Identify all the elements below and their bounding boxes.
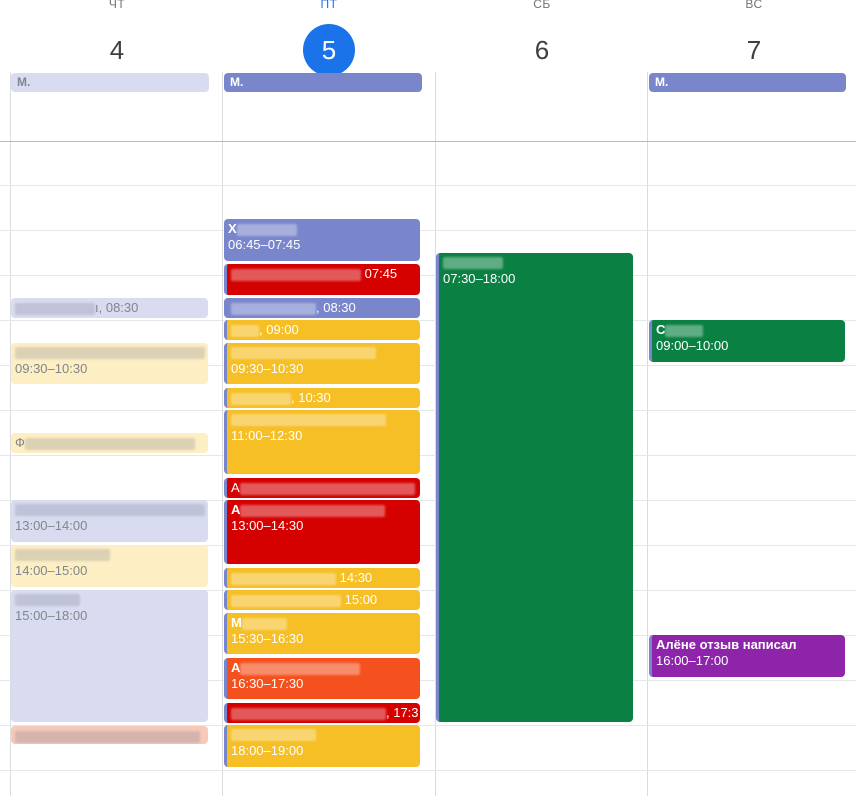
event-fri[interactable]: А 16:30–17:30 [224, 658, 420, 699]
allday-event-fri[interactable]: М. [224, 73, 422, 92]
event-fri[interactable]: М 15:30–16:30 [224, 613, 420, 654]
event-fri[interactable]: 14:30 [224, 568, 420, 588]
event-fri[interactable]: Х 06:45–07:45 [224, 219, 420, 261]
day-of-week: ПТ [320, 0, 338, 11]
day-header-sat[interactable]: СБ 6 [436, 0, 648, 76]
allday-event-sun[interactable]: М. [649, 73, 846, 92]
event-time: 15:30–16:30 [231, 631, 304, 646]
event-time: 15:00–18:00 [15, 608, 88, 623]
event-title: М [231, 615, 416, 631]
event-fri[interactable]: , 09:00 [224, 320, 420, 340]
allday-separator [0, 141, 856, 142]
event-label: , 17:3 [386, 705, 419, 720]
event-time: 18:00–19:00 [231, 743, 304, 758]
event-thu[interactable]: 15:00–18:00 [11, 590, 208, 722]
event-sat[interactable]: 07:30–18:00 [436, 253, 633, 722]
event-sun[interactable]: Алёне отзыв написал 16:00–17:00 [649, 635, 845, 677]
event-label: , 08:30 [316, 300, 356, 315]
event-sun[interactable]: С 09:00–10:00 [649, 320, 845, 362]
day-number[interactable]: 7 [728, 24, 780, 76]
event-fri[interactable]: 11:00–12:30 [224, 410, 420, 474]
day-of-week: ВС [745, 0, 763, 11]
event-label: Ф [15, 435, 25, 450]
event-time: 09:30–10:30 [231, 361, 304, 376]
day-number[interactable]: 4 [91, 24, 143, 76]
event-thu[interactable]: Ф [11, 433, 208, 453]
day-number-today[interactable]: 5 [303, 24, 355, 76]
event-time: 13:00–14:00 [15, 518, 88, 533]
event-title: Алёне отзыв написал [656, 637, 797, 652]
event-title: С [656, 322, 841, 338]
event-thu[interactable] [11, 726, 208, 744]
event-time: 09:30–10:30 [15, 361, 88, 376]
allday-event-thu[interactable]: М. [11, 73, 209, 92]
hour-line [0, 410, 856, 411]
hour-line [0, 275, 856, 276]
event-thu[interactable]: ı, 08:30 [11, 298, 208, 318]
event-title: Х [228, 221, 416, 237]
event-time: 16:00–17:00 [656, 653, 729, 668]
event-label: 15:00 [344, 592, 378, 607]
event-label: , 10:30 [291, 390, 331, 405]
event-label: А [231, 480, 240, 495]
column-divider [647, 72, 648, 796]
event-time: 13:00–14:30 [231, 518, 304, 533]
day-header-sun[interactable]: ВС 7 [648, 0, 856, 76]
event-fri[interactable]: 15:00 [224, 590, 420, 610]
day-header-thu[interactable]: ЧТ 4 [11, 0, 223, 76]
event-label: , 09:00 [259, 322, 299, 337]
event-fri[interactable]: , 08:30 [224, 298, 420, 318]
hour-line [0, 230, 856, 231]
event-thu[interactable]: 09:30–10:30 [11, 343, 208, 384]
hour-line [0, 770, 856, 771]
event-time: 09:00–10:00 [656, 338, 729, 353]
event-time: 14:00–15:00 [15, 563, 88, 578]
hour-line [0, 455, 856, 456]
hour-line [0, 185, 856, 186]
event-title: А [231, 660, 416, 676]
event-time: 07:30–18:00 [443, 271, 516, 286]
day-header-fri[interactable]: ПТ 5 [223, 0, 435, 76]
event-title: А [231, 502, 416, 518]
day-of-week: ЧТ [108, 0, 126, 11]
day-number[interactable]: 6 [516, 24, 568, 76]
event-fri[interactable]: , 17:3 [224, 703, 420, 723]
event-time: 06:45–07:45 [228, 237, 301, 252]
event-label: 07:45 [364, 266, 398, 281]
event-fri[interactable]: А 13:00–14:30 [224, 500, 420, 564]
event-label: 14:30 [339, 570, 373, 585]
column-divider [222, 72, 223, 796]
event-fri[interactable]: 07:45 [224, 264, 420, 295]
event-fri[interactable]: А [224, 478, 420, 498]
event-thu[interactable]: 14:00–15:00 [11, 545, 208, 587]
event-label: ı, 08:30 [95, 300, 139, 315]
event-thu[interactable]: 13:00–14:00 [11, 500, 208, 542]
event-fri[interactable]: , 10:30 [224, 388, 420, 408]
day-of-week: СБ [533, 0, 551, 11]
event-time: 16:30–17:30 [231, 676, 304, 691]
event-fri[interactable]: 09:30–10:30 [224, 343, 420, 384]
event-time: 11:00–12:30 [231, 428, 303, 443]
event-fri[interactable]: 18:00–19:00 [224, 725, 420, 767]
